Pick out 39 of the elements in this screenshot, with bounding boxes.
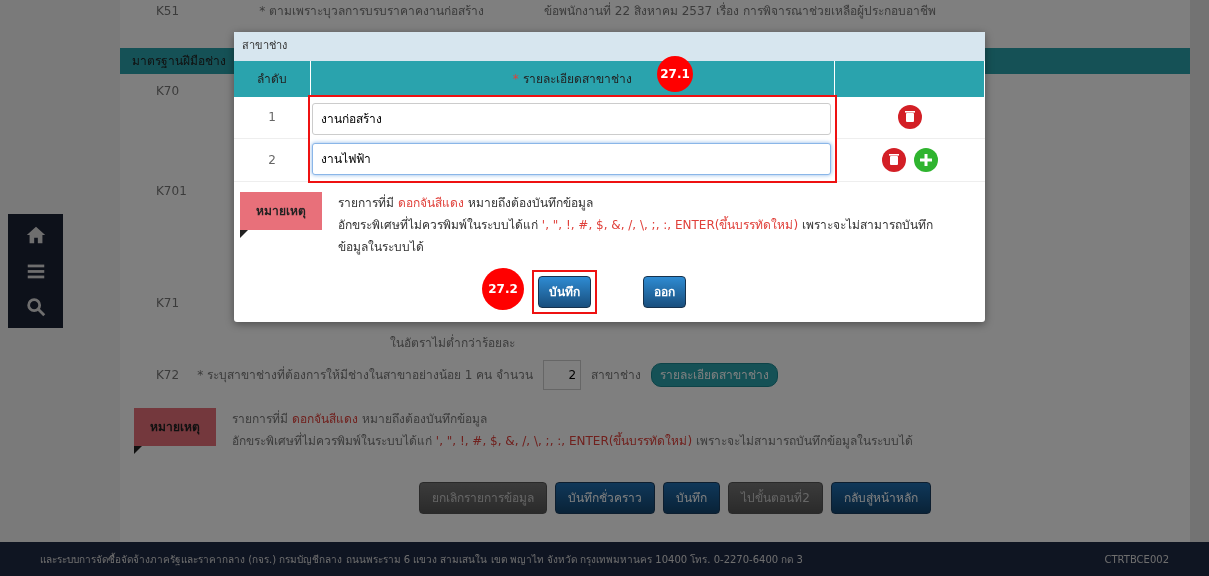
row-code: K72 [156,367,180,384]
search-icon[interactable] [24,296,47,318]
home-icon[interactable] [24,224,47,246]
note-text: อักขระพิเศษที่ไม่ควรพิมพ์ในระบบได้แก่ ', ", !, #, $, &, /, \, ;, :, ENTER(ขึ้นบรรทัดใหม่) เพราะจะไม่สามารถบันทึกข้อมูลในระบบได้ [232,431,913,451]
delete-icon[interactable] [881,147,906,172]
text-field[interactable]: งานก่อสร้าง [312,102,831,135]
required-mark: * [512,71,519,86]
field-label: * ระบุสาขาช่างที่ต้องการให้มีช่างในสาขาอย่างน้อย 1 คน จำนวน [197,366,534,384]
detail-text: ข้อพนักงานที่ 22 สิงหาคม 2537 เรื่อง การพิจารณาช่วยเหลือผู้ประกอบอาชีพ [543,2,936,20]
row-code: K71 [156,295,180,312]
scrollbar[interactable] [1190,0,1209,542]
dialog-button[interactable]: บันทึก [537,275,591,308]
count-field[interactable]: 2 [543,360,582,390]
note-text: รายการที่มี ดอกจันสีแดง หมายถึงต้องบันทึกข้อมูล [232,409,488,429]
row-code: K51 [156,3,180,20]
footer-code: CTRTBCE002 [1104,552,1169,567]
row-code: K70 [156,83,180,100]
action-button[interactable]: บันทึกชั่วคราว [555,482,656,514]
rate-text: ในอัตราไม่ต่ำกว่าร้อยละ [390,334,515,352]
action-button[interactable]: กลับสู่หน้าหลัก [830,482,931,514]
text-field[interactable]: งานไฟฟ้า [312,142,831,175]
row-code: K701 [156,183,187,200]
note-text: รายการที่มี ดอกจันสีแดง หมายถึงต้องบันทึกข้อมูล [338,193,594,213]
field-label: * ตามเพราะบุวลการบรบราคาคงานก่อสร้าง [259,3,484,20]
footer-text: และระบบการจัดซื้อจัดจ้างภาครัฐและราคากลาง (กจร.) กรมบัญชีกลาง ถนนพระราม 6 แขวง สามเสนใน เขต พญาไท จังหวัด กรุงเทพมหานคร 10400 โทร. 0-2270-6400 กด 3 [40,551,803,567]
row-number: 1 [234,96,310,139]
delete-icon[interactable] [897,105,922,130]
step-callout: 27.2 [482,267,524,310]
fold-mark [134,446,142,454]
column-header: ลำดับ [234,60,310,97]
fold-mark [240,229,248,238]
row-number: 2 [234,138,310,181]
unit-text: สาขาช่าง [591,367,642,384]
note-text: อักขระพิเศษที่ไม่ควรพิมพ์ในระบบได้แก่ ', ", !, #, $, &, /, \, ;, :, ENTER(ขึ้นบรรทัดใหม่) เพราะจะไม่สามารถบันทึกข้อมูลในระบบได้ [338,215,934,257]
action-button[interactable]: บันทึก [663,482,721,514]
add-icon[interactable] [913,147,938,172]
details-button[interactable]: รายละเอียดสาขาช่าง [651,363,779,387]
dialog-button[interactable]: ออก [642,275,686,308]
dialog-title: สาขาช่าง [234,32,985,61]
